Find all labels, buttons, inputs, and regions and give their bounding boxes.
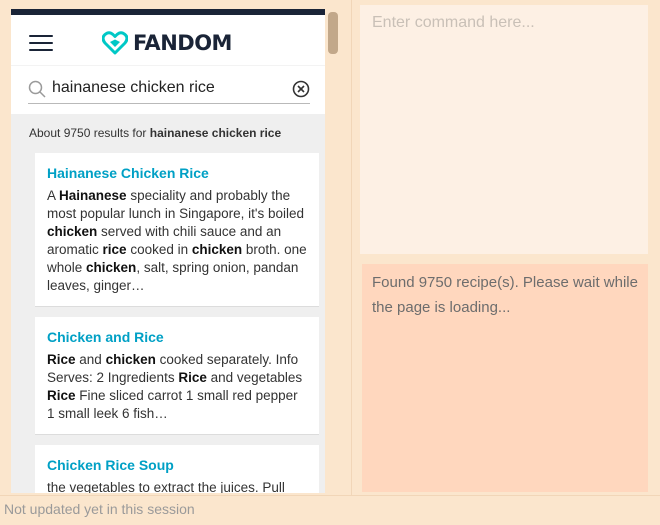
result-list: Hainanese Chicken Rice A Hainanese specia…	[11, 142, 325, 493]
results-summary-prefix: About 9750 results for	[29, 126, 150, 140]
snippet-text: Fine sliced carrot 1 small red pepper 1 …	[47, 388, 298, 421]
fandom-heart-icon	[102, 31, 128, 55]
footer-status-text: Not updated yet in this session	[4, 501, 195, 517]
fandom-logo-text: FANDOM	[133, 31, 232, 55]
snippet-highlight: chicken	[191, 242, 243, 257]
scrollbar-track[interactable]	[325, 9, 352, 493]
search-icon	[28, 80, 46, 98]
result-card[interactable]: Chicken Rice Soup the vegetables to extra…	[35, 445, 319, 493]
snippet-highlight: Rice	[47, 388, 76, 403]
status-panel: Found 9750 recipe(s). Please wait while …	[362, 264, 648, 492]
footer-status-bar: Not updated yet in this session	[0, 495, 660, 525]
snippet-highlight: Rice	[47, 352, 76, 367]
scrollbar-thumb[interactable]	[328, 12, 338, 54]
snippet-text: cooked in	[126, 242, 192, 257]
snippet-highlight: Rice	[178, 370, 207, 385]
status-message: Found 9750 recipe(s). Please wait while …	[372, 274, 638, 316]
result-card[interactable]: Chicken and Rice Rice and chicken cooked …	[35, 317, 319, 435]
snippet-text: the vegetables to extract the juices. Pu…	[47, 480, 285, 493]
search-input[interactable]	[52, 77, 282, 99]
hamburger-menu-icon[interactable]	[29, 35, 53, 53]
snippet-highlight: Hainanese	[59, 188, 127, 203]
snippet-text: A	[47, 188, 60, 203]
results-summary: About 9750 results for hainanese chicken…	[11, 114, 325, 142]
result-title-link[interactable]: Chicken Rice Soup	[47, 457, 307, 473]
command-input[interactable]	[360, 5, 648, 254]
browser-panel: FANDOM About 9750 results for hainanese …	[11, 9, 325, 493]
fandom-logo[interactable]: FANDOM	[102, 30, 232, 56]
snippet-highlight: chicken	[47, 224, 98, 239]
snippet-text: and vegetables	[206, 370, 303, 385]
result-snippet: Rice and chicken cooked separately. Info…	[47, 351, 307, 423]
result-title-link[interactable]: Hainanese Chicken Rice	[47, 165, 307, 181]
clear-search-icon[interactable]	[292, 80, 310, 98]
snippet-highlight: chicken	[86, 260, 137, 275]
result-snippet: the vegetables to extract the juices. Pu…	[47, 479, 307, 493]
result-card[interactable]: Hainanese Chicken Rice A Hainanese specia…	[35, 153, 319, 307]
snippet-text: and	[75, 352, 106, 367]
result-title-link[interactable]: Chicken and Rice	[47, 329, 307, 345]
fandom-header: FANDOM	[11, 15, 325, 65]
snippet-highlight: rice	[102, 242, 127, 257]
search-box	[28, 75, 310, 104]
snippet-highlight: chicken	[105, 352, 156, 367]
panel-divider	[351, 0, 352, 495]
result-snippet: A Hainanese speciality and probably the …	[47, 187, 307, 295]
search-row	[11, 65, 325, 114]
results-summary-query: hainanese chicken rice	[149, 126, 282, 140]
